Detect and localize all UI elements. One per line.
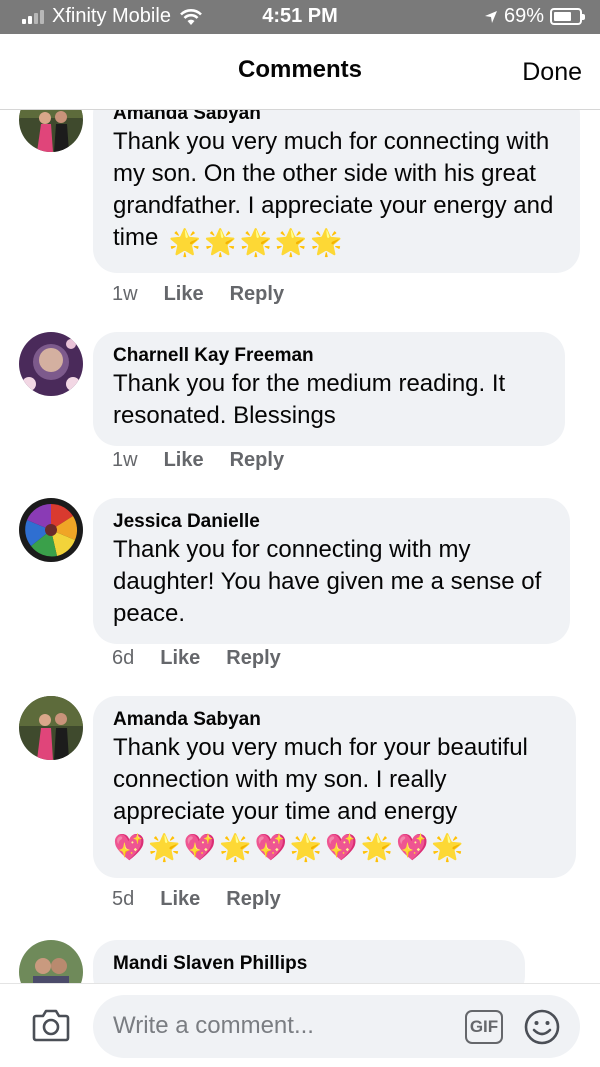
comment-list[interactable]: Amanda Sabyan Thank you very much for co… bbox=[0, 110, 600, 983]
reply-link[interactable]: Reply bbox=[226, 647, 280, 670]
like-link[interactable]: Like bbox=[160, 647, 200, 670]
comment-bubble[interactable]: Amanda Sabyan Thank you very much for co… bbox=[93, 110, 580, 273]
reply-link[interactable]: Reply bbox=[230, 283, 284, 306]
avatar[interactable] bbox=[19, 940, 83, 983]
comment-timestamp[interactable]: 1w bbox=[112, 449, 138, 472]
location-arrow-icon bbox=[484, 10, 497, 23]
comment-author[interactable]: Charnell Kay Freeman bbox=[113, 344, 545, 368]
glowing-star-emoji-icon: 🌟 bbox=[239, 226, 272, 257]
comment-bubble[interactable]: Amanda Sabyan Thank you very much for yo… bbox=[93, 696, 576, 878]
like-link[interactable]: Like bbox=[160, 888, 200, 911]
comment-text: Thank you for connecting with my daughte… bbox=[113, 536, 542, 627]
comment-input[interactable] bbox=[113, 1005, 453, 1047]
like-link[interactable]: Like bbox=[164, 283, 204, 306]
emoji-row: 🌟 🌟 🌟 🌟 🌟 bbox=[169, 225, 343, 259]
emoji-row: 💖 🌟 💖 🌟 💖 🌟 💖 🌟 💖 🌟 bbox=[113, 830, 556, 864]
avatar[interactable] bbox=[19, 332, 83, 396]
comment-composer: GIF bbox=[0, 983, 600, 1067]
comment-actions: 6d Like Reply bbox=[112, 647, 281, 670]
glowing-star-emoji-icon: 🌟 bbox=[431, 832, 464, 862]
comment-bubble[interactable]: Charnell Kay Freeman Thank you for the m… bbox=[93, 332, 565, 446]
battery-percent: 69% bbox=[503, 5, 544, 27]
comment-timestamp[interactable]: 6d bbox=[112, 647, 134, 670]
avatar[interactable] bbox=[19, 110, 83, 152]
sparkling-heart-emoji-icon: 💖 bbox=[325, 832, 358, 862]
sparkling-heart-emoji-icon: 💖 bbox=[183, 832, 217, 862]
done-button[interactable]: Done bbox=[522, 58, 582, 87]
sparkling-heart-emoji-icon: 💖 bbox=[254, 832, 287, 862]
comment-bubble[interactable]: Mandi Slaven Phillips bbox=[93, 940, 525, 983]
glowing-star-emoji-icon: 🌟 bbox=[204, 226, 237, 257]
gif-button[interactable]: GIF bbox=[465, 1010, 503, 1044]
comment-author[interactable]: Amanda Sabyan bbox=[113, 110, 560, 126]
battery-fill bbox=[554, 12, 571, 21]
comment-author[interactable]: Mandi Slaven Phillips bbox=[113, 952, 505, 976]
comment-bubble[interactable]: Jessica Danielle Thank you for connectin… bbox=[93, 498, 570, 644]
glowing-star-emoji-icon: 🌟 bbox=[289, 832, 323, 862]
page-title: Comments bbox=[237, 56, 363, 83]
comment-timestamp[interactable]: 1w bbox=[112, 283, 138, 306]
comment-actions: 5d Like Reply bbox=[112, 888, 281, 911]
status-right: 69% bbox=[484, 5, 585, 28]
comment-timestamp[interactable]: 5d bbox=[112, 888, 134, 911]
glowing-star-emoji-icon: 🌟 bbox=[274, 226, 308, 257]
comment-author[interactable]: Amanda Sabyan bbox=[113, 708, 556, 732]
glowing-star-emoji-icon: 🌟 bbox=[219, 832, 252, 862]
sparkling-heart-emoji-icon: 💖 bbox=[113, 832, 146, 862]
camera-icon[interactable] bbox=[32, 1008, 70, 1042]
comment-text: Thank you very much for your beautiful c… bbox=[113, 734, 528, 825]
avatar[interactable] bbox=[19, 498, 83, 562]
glowing-star-emoji-icon: 🌟 bbox=[148, 832, 181, 862]
glowing-star-emoji-icon: 🌟 bbox=[360, 832, 393, 862]
comment-author[interactable]: Jessica Danielle bbox=[113, 510, 550, 534]
avatar[interactable] bbox=[19, 696, 83, 760]
comment-input-wrapper: GIF bbox=[93, 995, 580, 1058]
like-link[interactable]: Like bbox=[164, 449, 204, 472]
reply-link[interactable]: Reply bbox=[226, 888, 280, 911]
battery-icon bbox=[550, 8, 585, 25]
emoji-smile-icon[interactable] bbox=[523, 1008, 561, 1046]
comment-actions: 1w Like Reply bbox=[112, 283, 284, 306]
reply-link[interactable]: Reply bbox=[230, 449, 284, 472]
comment-text: Thank you for the medium reading. It res… bbox=[113, 370, 506, 429]
glowing-star-emoji-icon: 🌟 bbox=[168, 226, 202, 257]
comment-actions: 1w Like Reply bbox=[112, 449, 284, 472]
sparkling-heart-emoji-icon: 💖 bbox=[396, 832, 429, 862]
comments-header: Comments Done bbox=[0, 34, 600, 110]
glowing-star-emoji-icon: 🌟 bbox=[310, 226, 343, 257]
status-bar: Xfinity Mobile 4:51 PM 69% bbox=[0, 0, 600, 34]
